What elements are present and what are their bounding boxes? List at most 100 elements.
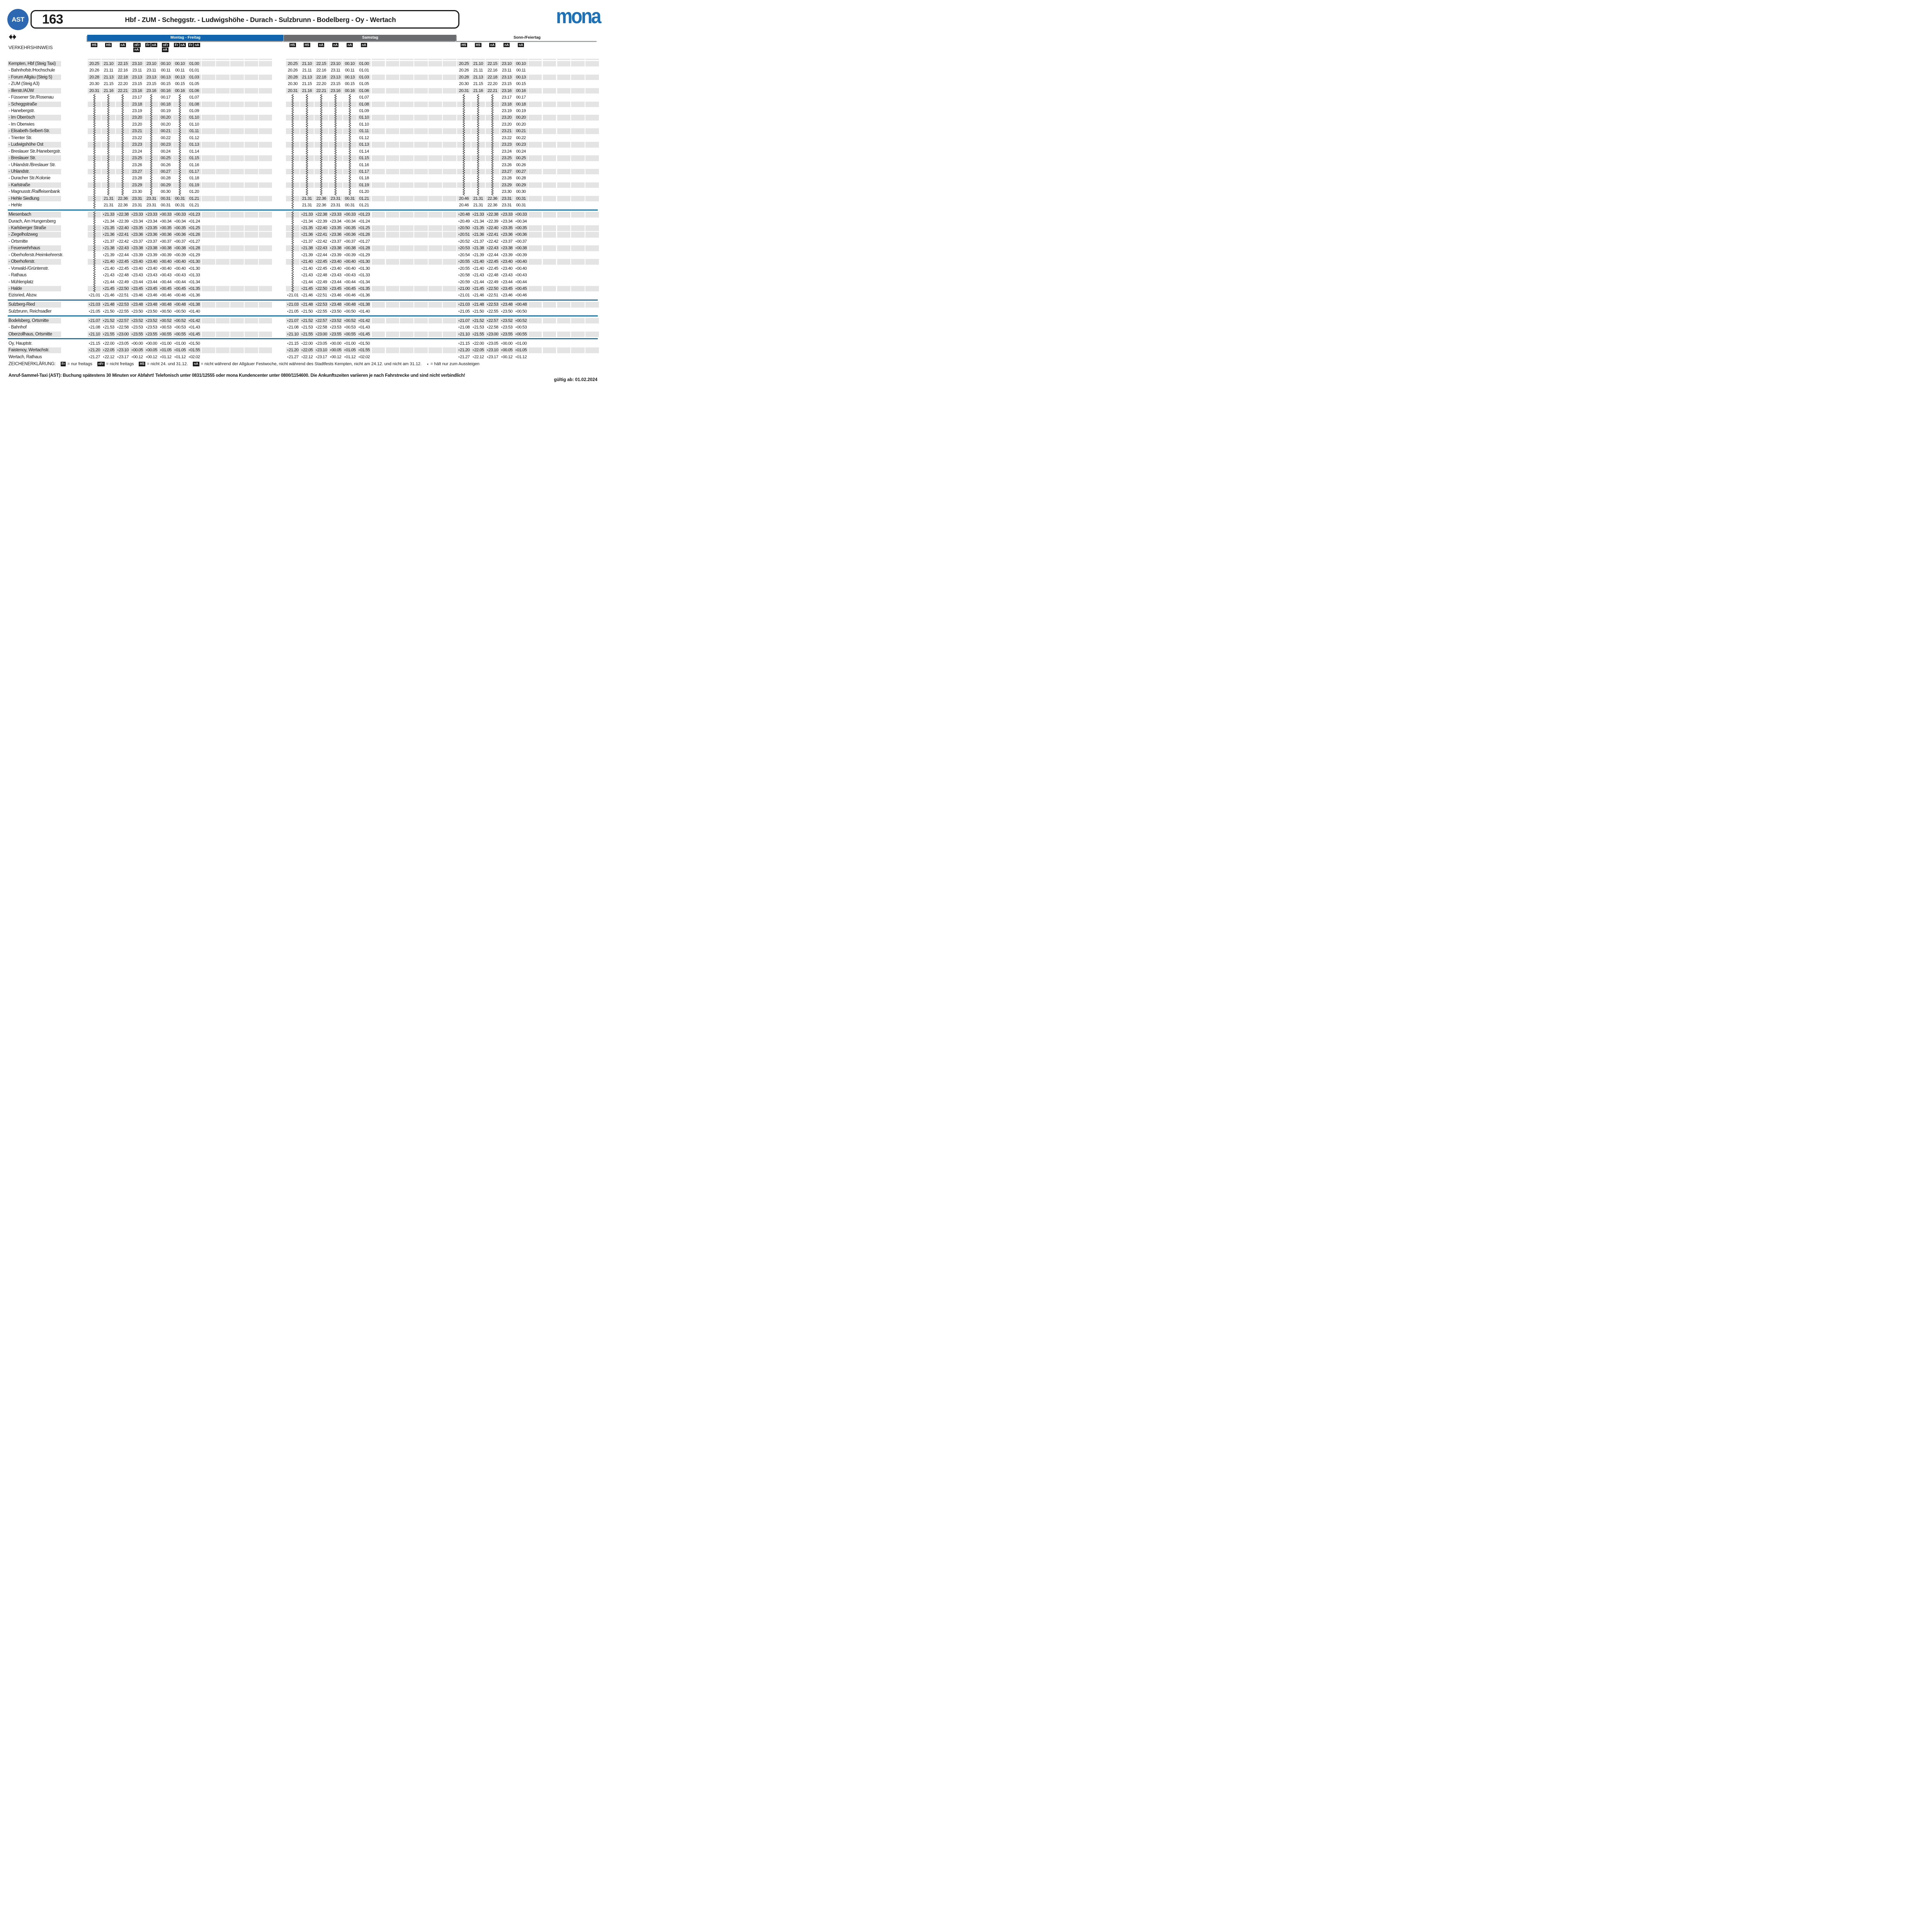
time-cell [571, 75, 585, 80]
time-cell [529, 115, 542, 121]
stop-row: - Füssener Str./Rosenau23.1700.1701.0701… [0, 95, 606, 100]
time-cell [443, 272, 456, 278]
time-cell [414, 128, 428, 134]
time-cell: 22.15 [315, 61, 328, 67]
time-cell [245, 115, 258, 121]
time-cell [145, 95, 158, 100]
time-cell: ◖01.29 [187, 252, 201, 258]
time-cell [245, 279, 258, 285]
alight-only-marker-icon: ◖ [458, 319, 459, 322]
time-cell [343, 95, 357, 100]
section-separator [8, 338, 598, 339]
time-cell [557, 309, 571, 315]
time-cell [457, 182, 471, 188]
stop-row: - Karlstraße23.2900.2901.1901.1923.2900.… [0, 182, 606, 188]
time-cell: 01.14 [187, 149, 201, 155]
time-cell [585, 122, 599, 128]
time-cell: ◖01.42 [187, 318, 201, 324]
time-cell: ◖23.36 [145, 232, 158, 238]
time-cell [443, 252, 456, 258]
time-cell: 00.26 [159, 162, 172, 168]
alight-only-marker-icon: ◖ [88, 310, 90, 313]
time-cell [286, 232, 299, 238]
time-cell [216, 115, 230, 121]
column-symbol: nA [116, 43, 129, 47]
time-cell: 21.16 [300, 88, 314, 94]
time-cell [471, 59, 485, 60]
time-cell: 23.23 [500, 142, 514, 148]
time-cell: ◖00.33 [514, 212, 528, 218]
column-symbol: HS [102, 43, 115, 47]
time-cell: ◖23.46 [329, 293, 342, 298]
time-cell: ◖22.05 [471, 347, 485, 353]
alight-only-marker-icon: ◖ [472, 293, 474, 297]
time-cell: 23.24 [130, 149, 144, 155]
time-cell [557, 95, 571, 100]
time-cell: 01.13 [357, 142, 371, 148]
time-cell [245, 162, 258, 168]
time-cell [329, 149, 342, 155]
time-cell [529, 252, 542, 258]
time-cell [102, 115, 115, 121]
time-cell: 01.12 [357, 135, 371, 141]
stop-row: - Im Oberwies23.2000.2001.1001.1023.2000… [0, 122, 606, 128]
alight-only-marker-icon: ◖ [515, 246, 517, 250]
time-cell [429, 75, 442, 80]
time-cell [386, 68, 400, 73]
time-cell: 23.11 [145, 68, 158, 73]
time-cell [400, 81, 413, 87]
time-cell [386, 182, 400, 188]
alight-only-marker-icon: ◖ [160, 267, 162, 270]
time-cell [173, 122, 187, 128]
time-cell: ◖00.38 [514, 245, 528, 251]
time-cell [585, 196, 599, 202]
time-cell: ◖22.53 [116, 302, 129, 308]
route-number: 163 [42, 12, 63, 27]
time-cell [414, 155, 428, 161]
alight-only-marker-icon: ◖ [515, 287, 517, 290]
time-cell [145, 162, 158, 168]
time-cell: ◖21.43 [471, 272, 485, 278]
time-cell [443, 81, 456, 87]
time-cell [529, 162, 542, 168]
time-cell: ◖00.43 [159, 272, 172, 278]
time-cell: ◖23.55 [145, 332, 158, 337]
alight-only-marker-icon: ◖ [486, 267, 488, 270]
time-cell: ◖00.00 [500, 341, 514, 347]
time-cell [443, 122, 456, 128]
time-cell: ◖21.10 [457, 332, 471, 337]
time-cell: ◖00.45 [173, 286, 187, 292]
day-header-monday-friday: Montag - Freitag [87, 35, 284, 41]
time-cell: ◖00.12 [500, 354, 514, 360]
time-cell [386, 202, 400, 208]
alight-only-marker-icon: ◖ [160, 332, 162, 336]
time-cell [400, 149, 413, 155]
time-cell [315, 108, 328, 114]
time-cell [372, 212, 385, 218]
time-cell [443, 155, 456, 161]
time-cell [486, 135, 499, 141]
time-cell: ◖00.12 [329, 354, 342, 360]
alight-only-marker-icon: ◖ [472, 253, 474, 257]
time-cell [585, 162, 599, 168]
time-cell: 00.16 [514, 88, 528, 94]
time-cell [329, 115, 342, 121]
time-cell [286, 266, 299, 272]
time-cell [543, 88, 556, 94]
time-cell [585, 61, 599, 67]
time-cell [315, 115, 328, 121]
time-cell [386, 162, 400, 168]
alight-only-marker-icon: ◖ [515, 273, 517, 277]
time-cell [230, 266, 244, 272]
alight-only-marker-icon: ◖ [344, 240, 345, 243]
time-cell [557, 259, 571, 265]
time-cell: ◖23.10 [116, 347, 129, 353]
time-cell [386, 225, 400, 231]
time-cell [529, 169, 542, 175]
time-cell [557, 202, 571, 208]
time-cell [202, 225, 215, 231]
time-cell [216, 149, 230, 155]
time-cell [414, 59, 428, 60]
time-cell [372, 219, 385, 225]
time-cell: ◖23.50 [500, 309, 514, 315]
